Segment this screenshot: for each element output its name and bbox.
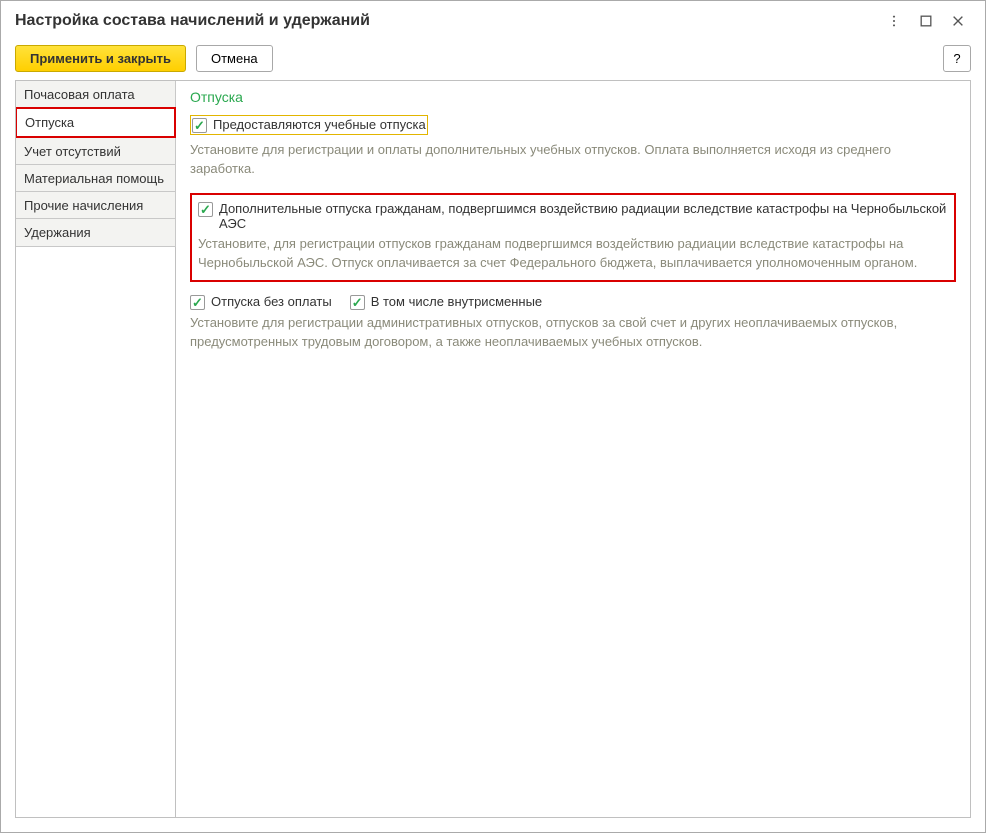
checkbox-chernobyl-leave[interactable]: [198, 202, 213, 217]
sidebar-item-label: Удержания: [24, 225, 91, 240]
checkbox-chernobyl-leave-label: Дополнительные отпуска гражданам, подвер…: [219, 201, 948, 231]
more-icon[interactable]: [881, 8, 907, 34]
maximize-icon[interactable]: [913, 8, 939, 34]
sidebar-item-label: Материальная помощь: [24, 171, 164, 186]
chernobyl-leave-description: Установите, для регистрации отпусков гра…: [198, 235, 948, 273]
unpaid-leave-description: Установите для регистрации административ…: [190, 314, 956, 352]
cancel-button[interactable]: Отмена: [196, 45, 273, 72]
sidebar: Почасовая оплата Отпуска Учет отсутствий…: [16, 81, 176, 817]
sidebar-item-material-aid[interactable]: Материальная помощь: [15, 164, 176, 192]
sidebar-item-label: Отпуска: [25, 115, 74, 130]
checkbox-unpaid-leave-label: Отпуска без оплаты: [211, 294, 332, 309]
checkbox-study-leave[interactable]: [192, 118, 207, 133]
checkbox-study-leave-label: Предоставляются учебные отпуска: [213, 117, 426, 132]
sidebar-item-label: Почасовая оплата: [24, 87, 135, 102]
sidebar-item-label: Учет отсутствий: [24, 144, 121, 159]
sidebar-item-deductions[interactable]: Удержания: [15, 218, 176, 247]
help-button[interactable]: ?: [943, 45, 971, 72]
sidebar-item-hourly-pay[interactable]: Почасовая оплата: [15, 80, 176, 108]
checkbox-including-intrashift-label: В том числе внутрисменные: [371, 294, 542, 309]
checkbox-unpaid-leave[interactable]: [190, 295, 205, 310]
sidebar-item-other-accruals[interactable]: Прочие начисления: [15, 191, 176, 219]
apply-and-close-button[interactable]: Применить и закрыть: [15, 45, 186, 72]
sidebar-item-label: Прочие начисления: [24, 198, 143, 213]
sidebar-item-absence-tracking[interactable]: Учет отсутствий: [15, 137, 176, 165]
sidebar-item-vacations[interactable]: Отпуска: [15, 107, 176, 138]
checkbox-including-intrashift[interactable]: [350, 295, 365, 310]
section-title: Отпуска: [190, 89, 956, 105]
close-icon[interactable]: [945, 8, 971, 34]
window-title: Настройка состава начислений и удержаний: [15, 12, 875, 30]
highlighted-block: Дополнительные отпуска гражданам, подвер…: [190, 193, 956, 283]
study-leave-description: Установите для регистрации и оплаты допо…: [190, 141, 956, 179]
